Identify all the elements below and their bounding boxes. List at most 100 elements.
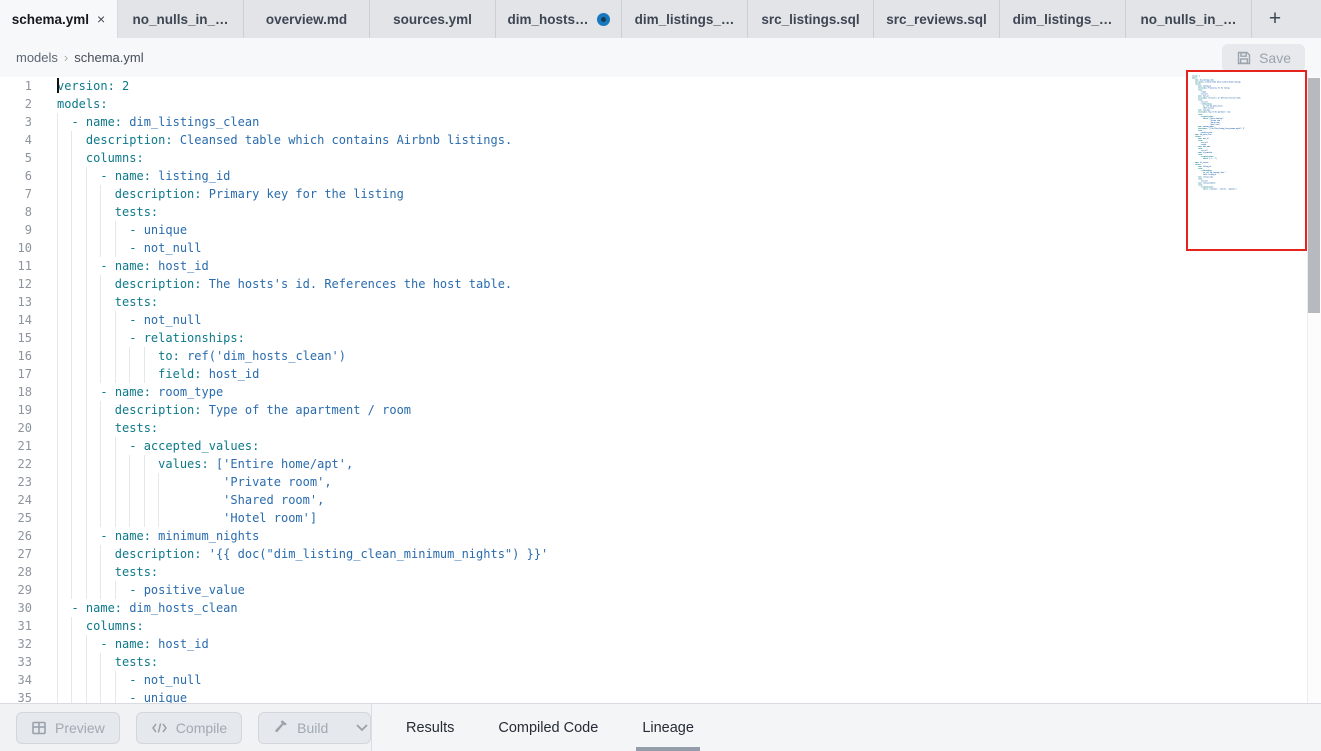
line-number: 2: [0, 95, 32, 113]
line-number: 24: [0, 491, 32, 509]
build-button-label: Build: [297, 720, 328, 736]
panel-tab-label: Lineage: [642, 720, 694, 736]
editor-tab-3[interactable]: sources.yml: [370, 0, 496, 38]
line-number: 26: [0, 527, 32, 545]
editor-tab-4[interactable]: dim_hosts…: [496, 0, 622, 38]
unsaved-changes-icon: [597, 13, 610, 26]
line-number: 10: [0, 239, 32, 257]
preview-button[interactable]: Preview: [16, 712, 120, 744]
result-panel-tabs: Results Compiled Code Lineage: [372, 704, 1321, 751]
code-line: 35 - unique: [0, 689, 1321, 703]
code-line: 31 columns:: [0, 617, 1321, 635]
code-line: 22 values: ['Entire home/apt',: [0, 455, 1321, 473]
build-dropdown-button[interactable]: [342, 713, 371, 743]
new-tab-button[interactable]: +: [1252, 0, 1298, 38]
line-number: 13: [0, 293, 32, 311]
build-button[interactable]: Build: [259, 713, 342, 743]
code-line: 16 to: ref('dim_hosts_clean'): [0, 347, 1321, 365]
editor-tab-1[interactable]: no_nulls_in_…: [118, 0, 244, 38]
line-number: 4: [0, 131, 32, 149]
tab-label: overview.md: [266, 12, 347, 27]
tab-strip: schema.yml × no_nulls_in_… overview.md sourc…: [0, 0, 1252, 38]
line-number: 29: [0, 581, 32, 599]
line-number: 15: [0, 329, 32, 347]
tab-label: src_listings.sql: [761, 12, 859, 27]
code-line: 23 'Private room',: [0, 473, 1321, 491]
code-line: 25 'Hotel room']: [0, 509, 1321, 527]
code-line: 28 tests:: [0, 563, 1321, 581]
line-number: 21: [0, 437, 32, 455]
close-icon[interactable]: ×: [97, 12, 105, 26]
code-line: 20 tests:: [0, 419, 1321, 437]
editor-tab-0[interactable]: schema.yml ×: [0, 0, 118, 38]
line-number: 22: [0, 455, 32, 473]
code-line: 17 field: host_id: [0, 365, 1321, 383]
panel-tab-compiled-code[interactable]: Compiled Code: [492, 704, 604, 751]
tab-label: dim_hosts…: [507, 12, 588, 27]
line-number: 3: [0, 113, 32, 131]
compile-button[interactable]: Compile: [136, 712, 242, 744]
hammer-icon: [273, 718, 289, 737]
bottom-panel: Preview Compile: [0, 703, 1321, 751]
code-line: 14 - not_null: [0, 311, 1321, 329]
editor-tab-6[interactable]: src_listings.sql: [748, 0, 874, 38]
ide-window: schema.yml × no_nulls_in_… overview.md sourc…: [0, 0, 1321, 751]
code-line: 4 description: Cleansed table which cont…: [0, 131, 1321, 149]
tab-label: no_nulls_in_…: [1140, 12, 1236, 27]
editor-tab-5[interactable]: dim_listings_…: [622, 0, 748, 38]
save-button-label: Save: [1259, 50, 1291, 66]
tab-label: dim_listings_…: [635, 12, 735, 27]
code-line: 18 - name: room_type: [0, 383, 1321, 401]
code-line: 8 tests:: [0, 203, 1321, 221]
editor-tab-bar: schema.yml × no_nulls_in_… overview.md sourc…: [0, 0, 1321, 38]
breadcrumb-folder[interactable]: models: [16, 50, 58, 65]
line-number: 25: [0, 509, 32, 527]
minimap-red-highlight[interactable]: version: 2models: - name: dim_listings_c…: [1186, 70, 1307, 251]
breadcrumb-bar: models › schema.yml Save: [0, 38, 1321, 77]
compile-button-label: Compile: [176, 720, 227, 736]
line-number: 1: [0, 77, 32, 95]
line-number: 18: [0, 383, 32, 401]
code-line: 33 tests:: [0, 653, 1321, 671]
code-editor[interactable]: 1version: 22models:3 - name: dim_listing…: [0, 77, 1321, 703]
line-number: 34: [0, 671, 32, 689]
code-line: 21 - accepted_values:: [0, 437, 1321, 455]
save-floppy-icon: [1236, 50, 1252, 66]
tab-label: dim_listings_…: [1013, 12, 1113, 27]
panel-tab-results[interactable]: Results: [400, 704, 460, 751]
line-number: 19: [0, 401, 32, 419]
code-line: 29 - positive_value: [0, 581, 1321, 599]
text-cursor: [57, 78, 59, 93]
code-line: 24 'Shared room',: [0, 491, 1321, 509]
tab-label: sources.yml: [393, 12, 472, 27]
line-number: 28: [0, 563, 32, 581]
editor-scrollbar-thumb[interactable]: [1308, 78, 1320, 313]
line-number: 16: [0, 347, 32, 365]
code-lines: 1version: 22models:3 - name: dim_listing…: [0, 77, 1321, 703]
editor-tab-8[interactable]: dim_listings_…: [1000, 0, 1126, 38]
action-buttons: Preview Compile: [0, 704, 371, 751]
chevron-down-icon: [355, 719, 369, 737]
line-number: 27: [0, 545, 32, 563]
build-button-group: Build: [258, 712, 371, 744]
editor-tab-2[interactable]: overview.md: [244, 0, 370, 38]
code-line: 9 - unique: [0, 221, 1321, 239]
save-button[interactable]: Save: [1222, 44, 1305, 72]
preview-button-label: Preview: [55, 720, 105, 736]
code-line: 10 - not_null: [0, 239, 1321, 257]
chevron-right-icon: ›: [64, 50, 68, 65]
editor-tab-9[interactable]: no_nulls_in_…: [1126, 0, 1252, 38]
tab-label: schema.yml: [12, 12, 89, 27]
line-number: 20: [0, 419, 32, 437]
table-grid-icon: [31, 720, 47, 736]
code-line: 6 - name: listing_id: [0, 167, 1321, 185]
panel-tab-lineage[interactable]: Lineage: [636, 704, 700, 751]
editor-tab-7[interactable]: src_reviews.sql: [874, 0, 1000, 38]
line-number: 30: [0, 599, 32, 617]
code-line: 26 - name: minimum_nights: [0, 527, 1321, 545]
minimap-content: version: 2models: - name: dim_listings_c…: [1192, 75, 1289, 190]
breadcrumb-file: schema.yml: [74, 50, 143, 65]
line-number: 35: [0, 689, 32, 703]
tab-label: src_reviews.sql: [886, 12, 987, 27]
tab-label: no_nulls_in_…: [132, 12, 228, 27]
